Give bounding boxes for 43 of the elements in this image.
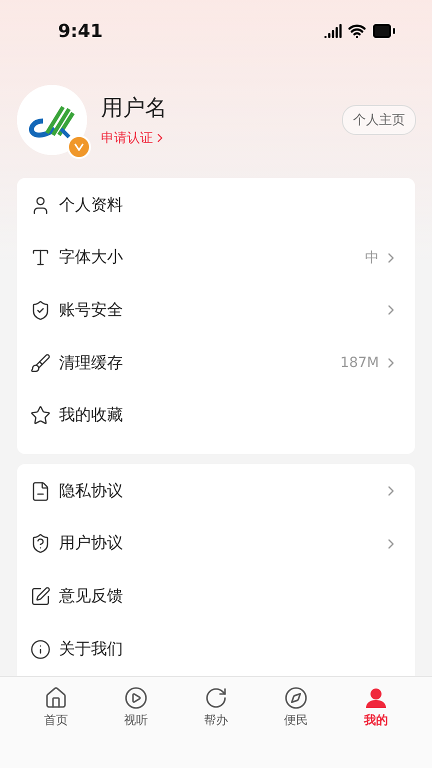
- home-icon: [44, 686, 68, 710]
- menu-label: 字体大小: [59, 247, 124, 268]
- menu-label: 个人资料: [59, 194, 124, 216]
- refresh-icon: [204, 686, 228, 710]
- menu-label: 意见反馈: [59, 586, 124, 607]
- menu-label: 用户协议: [59, 533, 124, 554]
- compass-icon: [284, 686, 308, 710]
- tab[interactable]: 首页: [16, 677, 96, 729]
- menu-item[interactable]: 我的收藏: [17, 389, 415, 442]
- tab[interactable]: 帮办: [176, 677, 256, 729]
- homepage-button[interactable]: 个人主页: [342, 105, 416, 135]
- brush-icon: [30, 352, 51, 374]
- tab[interactable]: 视听: [96, 677, 176, 729]
- star-icon: [30, 405, 51, 426]
- menu-item[interactable]: 意见反馈: [17, 570, 415, 623]
- person-icon: [364, 686, 388, 710]
- tab[interactable]: 我的: [336, 677, 416, 729]
- tab[interactable]: 便民: [256, 677, 336, 729]
- menu-label: 我的收藏: [59, 405, 124, 426]
- menu-item[interactable]: 清理缓存 187M: [17, 336, 415, 390]
- menu-label: 隐私协议: [59, 480, 124, 502]
- menu-label: 清理缓存: [59, 352, 124, 374]
- menu-item[interactable]: 隐私协议: [17, 464, 415, 518]
- menu-value: 中: [365, 248, 379, 267]
- shield-icon: [30, 533, 51, 554]
- verify-link[interactable]: 申请认证: [101, 129, 342, 147]
- document-icon: [30, 480, 51, 502]
- menu-label: 账号安全: [59, 300, 124, 321]
- menu-item[interactable]: 账号安全: [17, 284, 415, 337]
- menu-item[interactable]: 用户协议: [17, 518, 415, 570]
- info-icon: [30, 638, 51, 660]
- menu-item[interactable]: 关于我们: [17, 622, 415, 676]
- signal-icon: [324, 22, 342, 40]
- play-icon: [124, 686, 148, 710]
- user-name: 用户名: [101, 95, 168, 123]
- menu-item[interactable]: 字体大小 中: [17, 232, 415, 284]
- edit-icon: [30, 586, 51, 607]
- menu-label: 关于我们: [59, 638, 124, 660]
- shield-check-icon: [30, 300, 51, 321]
- menu-value: 187M: [340, 355, 379, 372]
- wifi-icon: [348, 22, 366, 40]
- menu-item[interactable]: 个人资料: [17, 179, 415, 232]
- status-time: 9:41: [58, 20, 103, 42]
